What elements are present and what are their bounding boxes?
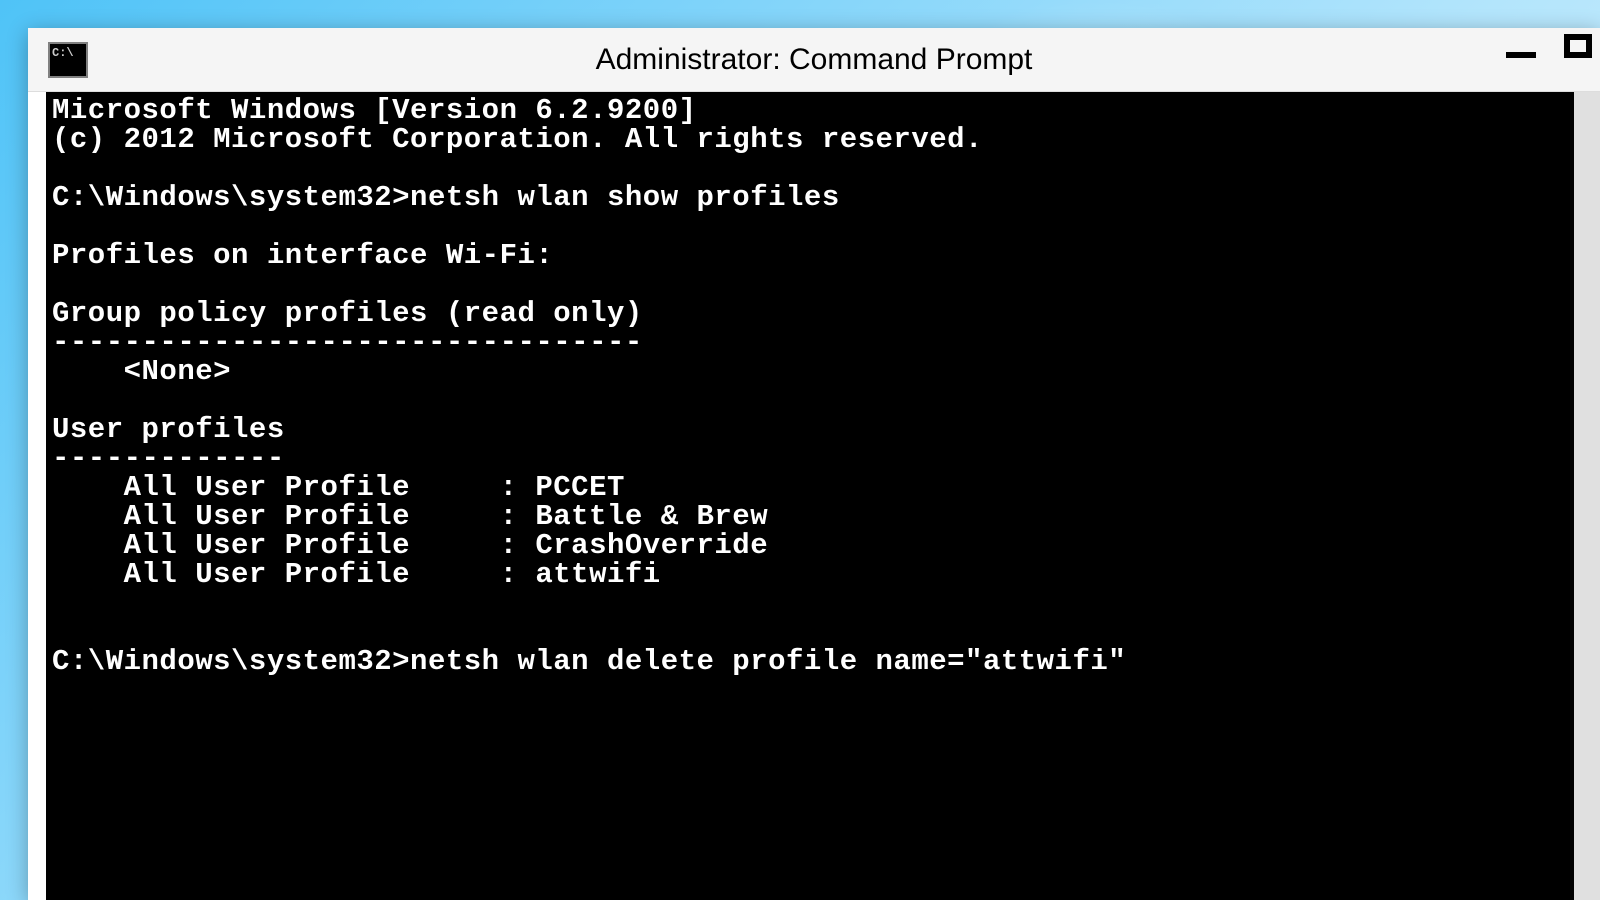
window-title: Administrator: Command Prompt	[28, 43, 1600, 77]
cmd-icon	[48, 42, 88, 78]
terminal-profile-line: All User Profile : attwifi	[52, 558, 661, 591]
vertical-scrollbar[interactable]	[1574, 92, 1600, 900]
terminal-output[interactable]: Microsoft Windows [Version 6.2.9200] (c)…	[46, 92, 1600, 900]
command-prompt-window: Administrator: Command Prompt Microsoft …	[28, 28, 1600, 900]
window-controls	[1506, 34, 1592, 58]
terminal-prompt-line: C:\Windows\system32>netsh wlan show prof…	[52, 181, 840, 214]
maximize-button[interactable]	[1564, 34, 1592, 58]
window-titlebar[interactable]: Administrator: Command Prompt	[28, 28, 1600, 92]
terminal-section-header: Profiles on interface Wi-Fi:	[52, 239, 553, 272]
terminal-line: <None>	[52, 355, 231, 388]
minimize-button[interactable]	[1506, 52, 1536, 58]
terminal-line: (c) 2012 Microsoft Corporation. All righ…	[52, 123, 983, 156]
terminal-prompt-line: C:\Windows\system32>netsh wlan delete pr…	[52, 645, 1126, 678]
